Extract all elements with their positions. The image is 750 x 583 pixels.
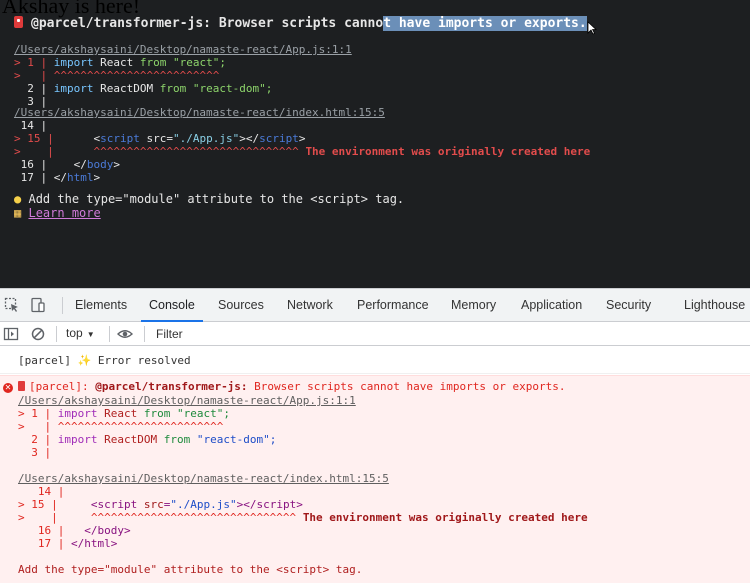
- error-code-line: 3 |: [18, 446, 52, 459]
- overlay-file-link-index[interactable]: /Users/akshaysaini/Desktop/namaste-react…: [14, 106, 385, 119]
- live-expression-eye-icon[interactable]: [117, 326, 133, 342]
- console-message-info: [parcel] ✨ Error resolved: [0, 347, 750, 374]
- error-code-line: 16 | </body>: [18, 524, 131, 537]
- error-file-link-app[interactable]: /Users/akshaysaini/Desktop/namaste-react…: [18, 394, 356, 407]
- overlay-learn-more-row: ▦ Learn more: [14, 207, 101, 220]
- learn-more-link[interactable]: Learn more: [28, 206, 100, 220]
- page-heading: Akshay is here!: [2, 0, 141, 18]
- console-message-error: ✕ [parcel]: @parcel/transformer-js: Brow…: [0, 375, 750, 583]
- tab-application[interactable]: Application: [521, 289, 582, 322]
- tab-separator: [62, 297, 63, 314]
- clear-console-icon[interactable]: [30, 326, 46, 342]
- overlay-code-line: > 1 | import React from "react";: [14, 56, 226, 69]
- overlay-file-link-app[interactable]: /Users/akshaysaini/Desktop/namaste-react…: [14, 43, 352, 56]
- error-hint: Add the type="module" attribute to the <…: [18, 563, 363, 576]
- overlay-title-selected-text: t have imports or exports.: [383, 16, 587, 31]
- error-code-line: > | ^^^^^^^^^^^^^^^^^^^^^^^^^: [18, 420, 224, 433]
- info-prefix: [parcel]: [18, 354, 78, 367]
- tab-memory[interactable]: Memory: [451, 289, 496, 322]
- console-toolbar: top ▼: [0, 322, 750, 346]
- sparkles-icon: ✨: [77, 354, 92, 367]
- mouse-pointer-icon: [587, 21, 597, 35]
- toolbar-separator: [144, 326, 145, 342]
- error-circle-icon: ✕: [3, 383, 13, 393]
- toolbar-separator: [109, 326, 110, 342]
- caret-down-icon: ▼: [86, 330, 95, 339]
- lightbulb-icon: ●: [14, 192, 22, 206]
- overlay-hint-text: Add the type="module" attribute to the <…: [28, 192, 405, 206]
- memo-icon: ▦: [14, 206, 22, 220]
- error-title-line: [parcel]: @parcel/transformer-js: Browse…: [18, 380, 565, 393]
- overlay-code-line: > | ^^^^^^^^^^^^^^^^^^^^^^^^^: [14, 69, 220, 82]
- context-selector[interactable]: top ▼: [66, 326, 95, 340]
- context-selector-label: top: [66, 326, 83, 340]
- error-code-line: > 15 | <script src="./App.js"></script>: [18, 498, 303, 511]
- console-output: [parcel] ✨ Error resolved ✕ [parcel]: @p…: [0, 347, 750, 583]
- page-viewport: @parcel/transformer-js: Browser scripts …: [0, 0, 750, 288]
- overlay-code-line: 17 | </html>: [14, 171, 101, 184]
- error-code-line: 2 | import ReactDOM from "react-dom";: [18, 433, 277, 446]
- overlay-code-line: 14 |: [14, 119, 48, 132]
- overlay-code-line: 2 | import ReactDOM from "react-dom";: [14, 82, 273, 95]
- tab-performance[interactable]: Performance: [357, 289, 429, 322]
- devtools-tabbar: Elements Console Sources Network Perform…: [0, 289, 750, 322]
- toolbar-separator: [56, 326, 57, 342]
- error-file-link-index[interactable]: /Users/akshaysaini/Desktop/namaste-react…: [18, 472, 389, 485]
- device-toolbar-icon[interactable]: [30, 297, 46, 313]
- tab-lighthouse[interactable]: Lighthouse: [684, 289, 745, 322]
- error-code-line: > | ^^^^^^^^^^^^^^^^^^^^^^^^^^^^^^^ The …: [18, 511, 588, 524]
- info-text: Error resolved: [91, 354, 191, 367]
- tab-network[interactable]: Network: [287, 289, 333, 322]
- parcel-error-overlay: @parcel/transformer-js: Browser scripts …: [0, 0, 750, 288]
- error-code-line: > 1 | import React from "react";: [18, 407, 230, 420]
- error-badge-icon: [18, 381, 25, 391]
- show-sidebar-icon[interactable]: [3, 326, 19, 342]
- error-code-line: 17 | </html>: [18, 537, 118, 550]
- tab-console[interactable]: Console: [141, 289, 203, 322]
- console-filter-input[interactable]: [150, 323, 750, 344]
- tab-sources[interactable]: Sources: [218, 289, 264, 322]
- tab-security[interactable]: Security: [606, 289, 651, 322]
- error-code-line: 14 |: [18, 485, 65, 498]
- inspect-element-icon[interactable]: [4, 297, 20, 313]
- overlay-code-line: > | ^^^^^^^^^^^^^^^^^^^^^^^^^^^^^^^ The …: [14, 145, 591, 158]
- overlay-code-line: > 15 | <script src="./App.js"></script>: [14, 132, 306, 145]
- tab-elements[interactable]: Elements: [75, 289, 127, 322]
- devtools-panel: Elements Console Sources Network Perform…: [0, 288, 750, 583]
- overlay-code-line: 16 | </body>: [14, 158, 120, 171]
- overlay-hint: ● Add the type="module" attribute to the…: [14, 193, 404, 206]
